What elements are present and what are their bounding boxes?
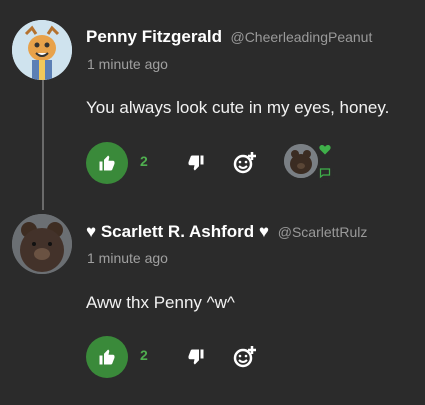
reactor-avatar-image bbox=[284, 144, 318, 178]
like-count: 2 bbox=[140, 347, 148, 363]
comment-actions: 2 bbox=[86, 336, 416, 380]
dislike-button[interactable] bbox=[186, 348, 206, 366]
reactor-avatar[interactable] bbox=[284, 144, 318, 178]
heart-icon: ♥ bbox=[86, 222, 97, 241]
thumbs-down-icon bbox=[188, 349, 204, 365]
comment-text: You always look cute in my eyes, honey. bbox=[86, 98, 390, 117]
reaction-reply bbox=[316, 164, 334, 182]
add-reaction-icon bbox=[233, 152, 256, 174]
avatar[interactable] bbox=[12, 20, 72, 80]
name-row: ♥ Scarlett R. Ashford ♥ @ScarlettRulz bbox=[86, 222, 367, 242]
reaction-heart bbox=[318, 142, 332, 156]
name-row: Penny Fitzgerald @CheerleadingPeanut bbox=[86, 27, 372, 47]
author-name-text: Scarlett R. Ashford bbox=[100, 222, 255, 241]
add-reaction-button[interactable] bbox=[232, 150, 258, 176]
author-name[interactable]: Penny Fitzgerald bbox=[86, 27, 222, 46]
like-count: 2 bbox=[140, 153, 148, 169]
comment-card: ♥ Scarlett R. Ashford ♥ @ScarlettRulz 1 … bbox=[0, 200, 425, 405]
comment-card: Penny Fitzgerald @CheerleadingPeanut 1 m… bbox=[0, 0, 425, 210]
avatar-image bbox=[12, 20, 72, 80]
comment-text: Aww thx Penny ^w^ bbox=[86, 293, 235, 312]
like-button[interactable] bbox=[86, 142, 128, 184]
author-handle[interactable]: @CheerleadingPeanut bbox=[230, 29, 372, 45]
author-handle[interactable]: @ScarlettRulz bbox=[278, 224, 368, 240]
add-reaction-icon bbox=[233, 346, 256, 368]
heart-icon: ♥ bbox=[258, 222, 269, 241]
timestamp: 1 minute ago bbox=[87, 56, 168, 72]
add-reaction-button[interactable] bbox=[232, 344, 258, 370]
author-name[interactable]: ♥ Scarlett R. Ashford ♥ bbox=[86, 222, 274, 241]
comment-actions: 2 bbox=[86, 142, 416, 186]
chat-bubble-icon bbox=[319, 168, 331, 179]
thread-line bbox=[42, 72, 44, 210]
thumbs-up-icon bbox=[99, 349, 115, 365]
heart-icon bbox=[319, 144, 331, 154]
thumbs-up-icon bbox=[99, 155, 115, 171]
thumbs-down-icon bbox=[188, 155, 204, 171]
avatar-image bbox=[12, 214, 72, 274]
dislike-button[interactable] bbox=[186, 154, 206, 172]
timestamp: 1 minute ago bbox=[87, 250, 168, 266]
like-button[interactable] bbox=[86, 336, 128, 378]
avatar[interactable] bbox=[12, 214, 72, 274]
